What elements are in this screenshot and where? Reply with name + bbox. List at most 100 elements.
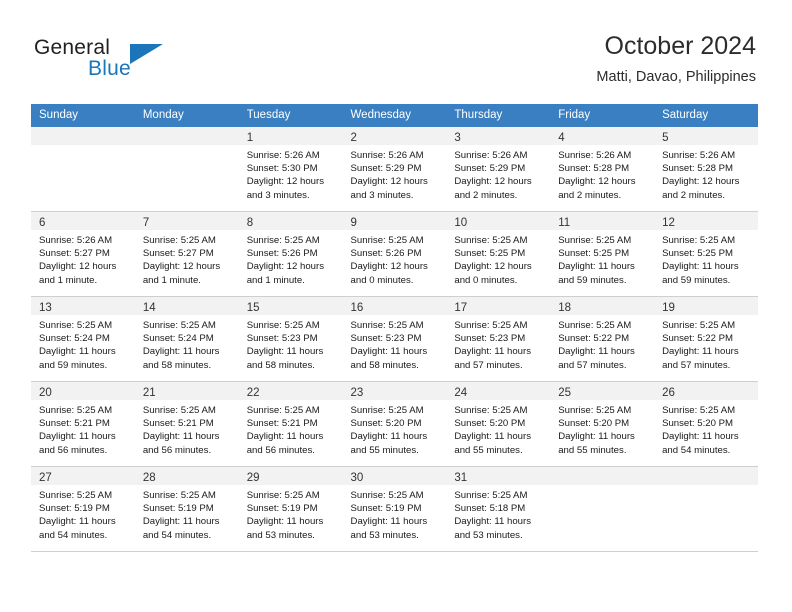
- daylight-text-line2: and 1 minute.: [39, 274, 98, 286]
- sunset-text: Sunset: 5:18 PM: [454, 503, 526, 515]
- calendar-day-cell[interactable]: 30 Sunrise: 5:25 AM Sunset: 5:19 PM Dayligh…: [342, 466, 447, 552]
- calendar-day-cell[interactable]: 28 Sunrise: 5:25 AM Sunset: 5:19 PM Dayligh…: [134, 466, 239, 552]
- day-cell-inner: 27 Sunrise: 5:25 AM Sunset: 5:19 PM Dayligh…: [31, 467, 135, 551]
- sunrise-text: Sunrise: 5:25 AM: [350, 405, 424, 416]
- calendar-day-cell[interactable]: 9 Sunrise: 5:25 AM Sunset: 5:26 PM Daylight…: [342, 211, 447, 297]
- calendar-day-cell[interactable]: 12 Sunrise: 5:25 AM Sunset: 5:25 PM Dayligh…: [654, 211, 758, 297]
- sunset-text: Sunset: 5:25 PM: [558, 248, 630, 260]
- sunrise-text: Sunrise: 5:25 AM: [142, 320, 216, 331]
- day-cell-inner: 13 Sunrise: 5:25 AM Sunset: 5:24 PM Dayligh…: [31, 297, 135, 381]
- day-cell-details: Sunrise: 5:25 AM Sunset: 5:19 PM Daylight:…: [31, 485, 135, 542]
- sunrise-text: Sunrise: 5:25 AM: [39, 405, 113, 416]
- day-number-bar: [31, 127, 135, 145]
- calendar-day-cell[interactable]: 20 Sunrise: 5:25 AM Sunset: 5:21 PM Dayligh…: [31, 381, 135, 467]
- calendar-day-cell[interactable]: 7 Sunrise: 5:25 AM Sunset: 5:27 PM Daylight…: [134, 211, 239, 297]
- day-cell-inner: 19 Sunrise: 5:25 AM Sunset: 5:22 PM Dayligh…: [654, 297, 758, 381]
- day-number: 25: [558, 387, 572, 399]
- sunrise-text: Sunrise: 5:25 AM: [142, 490, 216, 501]
- day-cell-inner: 28 Sunrise: 5:25 AM Sunset: 5:19 PM Dayligh…: [134, 467, 239, 551]
- sunset-text: Sunset: 5:20 PM: [662, 418, 733, 430]
- calendar-day-cell[interactable]: 26 Sunrise: 5:25 AM Sunset: 5:20 PM Dayligh…: [654, 381, 758, 467]
- daylight-text-line2: and 59 minutes.: [558, 274, 627, 286]
- day-number-bar: 20: [31, 382, 135, 400]
- day-cell-inner: 21 Sunrise: 5:25 AM Sunset: 5:21 PM Dayligh…: [134, 382, 239, 466]
- sunset-text: Sunset: 5:23 PM: [350, 333, 422, 345]
- calendar-day-cell[interactable]: 13 Sunrise: 5:25 AM Sunset: 5:24 PM Dayligh…: [31, 296, 135, 382]
- sunset-text: Sunset: 5:21 PM: [142, 418, 214, 430]
- day-cell-inner: 8 Sunrise: 5:25 AM Sunset: 5:26 PM Daylight…: [238, 212, 343, 296]
- calendar-day-cell[interactable]: 1 Sunrise: 5:26 AM Sunset: 5:30 PM Daylight…: [238, 127, 343, 212]
- calendar-day-cell[interactable]: 22 Sunrise: 5:25 AM Sunset: 5:21 PM Dayligh…: [238, 381, 343, 467]
- sunrise-text: Sunrise: 5:25 AM: [454, 320, 528, 331]
- day-cell-inner: [134, 127, 239, 211]
- day-number: 9: [350, 217, 357, 229]
- day-cell-details: Sunrise: 5:25 AM Sunset: 5:24 PM Daylight:…: [135, 315, 239, 372]
- sunset-text: Sunset: 5:28 PM: [558, 163, 630, 175]
- sunrise-text: Sunrise: 5:26 AM: [558, 150, 632, 161]
- day-number-bar: 13: [31, 297, 135, 315]
- day-number-bar: 9: [342, 212, 447, 230]
- weekday-header-sunday: Sunday: [31, 104, 135, 127]
- calendar-table: Sunday Monday Tuesday Wednesday Thursday…: [31, 104, 758, 552]
- day-cell-inner: 7 Sunrise: 5:25 AM Sunset: 5:27 PM Daylight…: [134, 212, 239, 296]
- daylight-text-line2: and 53 minutes.: [350, 529, 419, 541]
- logo-triangle-icon: [130, 44, 163, 64]
- day-cell-inner: [31, 127, 135, 211]
- daylight-text-line1: Daylight: 11 hours: [142, 516, 220, 528]
- calendar-day-cell[interactable]: 21 Sunrise: 5:25 AM Sunset: 5:21 PM Dayligh…: [134, 381, 239, 467]
- daylight-text-line2: and 56 minutes.: [246, 444, 315, 456]
- day-number-bar: 21: [134, 382, 239, 400]
- calendar-empty-cell: [31, 127, 135, 212]
- general-blue-logo[interactable]: General Blue: [34, 36, 214, 88]
- sunrise-text: Sunrise: 5:25 AM: [558, 235, 632, 246]
- calendar-day-cell[interactable]: 10 Sunrise: 5:25 AM Sunset: 5:25 PM Dayligh…: [446, 211, 551, 297]
- calendar-day-cell[interactable]: 24 Sunrise: 5:25 AM Sunset: 5:20 PM Dayligh…: [446, 381, 551, 467]
- day-cell-details: Sunrise: 5:25 AM Sunset: 5:18 PM Daylight:…: [446, 485, 550, 542]
- day-number-bar: 26: [654, 382, 758, 400]
- day-cell-details: Sunrise: 5:26 AM Sunset: 5:29 PM Daylight:…: [446, 145, 550, 202]
- calendar-day-cell[interactable]: 14 Sunrise: 5:25 AM Sunset: 5:24 PM Dayligh…: [134, 296, 239, 382]
- day-number: 20: [39, 387, 52, 399]
- calendar-day-cell[interactable]: 6 Sunrise: 5:26 AM Sunset: 5:27 PM Daylight…: [31, 211, 135, 297]
- sunset-text: Sunset: 5:30 PM: [246, 163, 318, 175]
- calendar-day-cell[interactable]: 19 Sunrise: 5:25 AM Sunset: 5:22 PM Dayligh…: [654, 296, 758, 382]
- calendar-day-cell[interactable]: 25 Sunrise: 5:25 AM Sunset: 5:20 PM Dayligh…: [550, 381, 655, 467]
- sunrise-text: Sunrise: 5:25 AM: [454, 405, 528, 416]
- day-number: 23: [350, 387, 364, 399]
- calendar-day-cell[interactable]: 27 Sunrise: 5:25 AM Sunset: 5:19 PM Dayligh…: [31, 466, 135, 552]
- day-cell-inner: 3 Sunrise: 5:26 AM Sunset: 5:29 PM Daylight…: [446, 127, 551, 211]
- calendar-day-cell[interactable]: 2 Sunrise: 5:26 AM Sunset: 5:29 PM Daylight…: [342, 127, 447, 212]
- calendar-day-cell[interactable]: 4 Sunrise: 5:26 AM Sunset: 5:28 PM Daylight…: [550, 127, 655, 212]
- calendar-day-cell[interactable]: 11 Sunrise: 5:25 AM Sunset: 5:25 PM Dayligh…: [550, 211, 655, 297]
- daylight-text-line1: Daylight: 11 hours: [662, 431, 739, 443]
- weekday-header-friday: Friday: [550, 104, 655, 127]
- calendar-day-cell[interactable]: 29 Sunrise: 5:25 AM Sunset: 5:19 PM Dayligh…: [238, 466, 343, 552]
- day-cell-details: Sunrise: 5:25 AM Sunset: 5:25 PM Daylight:…: [550, 230, 654, 287]
- sunrise-text: Sunrise: 5:25 AM: [350, 490, 424, 501]
- calendar-day-cell[interactable]: 23 Sunrise: 5:25 AM Sunset: 5:20 PM Dayligh…: [342, 381, 447, 467]
- daylight-text-line1: Daylight: 12 hours: [246, 261, 325, 273]
- day-cell-details: Sunrise: 5:25 AM Sunset: 5:25 PM Daylight:…: [654, 230, 758, 287]
- calendar-day-cell[interactable]: 8 Sunrise: 5:25 AM Sunset: 5:26 PM Daylight…: [238, 211, 343, 297]
- calendar-day-cell[interactable]: 18 Sunrise: 5:25 AM Sunset: 5:22 PM Dayligh…: [550, 296, 655, 382]
- daylight-text-line1: Daylight: 11 hours: [39, 346, 116, 358]
- daylight-text-line1: Daylight: 11 hours: [142, 431, 220, 443]
- calendar-day-cell[interactable]: 16 Sunrise: 5:25 AM Sunset: 5:23 PM Dayligh…: [342, 296, 447, 382]
- day-cell-details: [135, 145, 239, 149]
- calendar-day-cell[interactable]: 31 Sunrise: 5:25 AM Sunset: 5:18 PM Dayligh…: [446, 466, 551, 552]
- calendar-day-cell[interactable]: 3 Sunrise: 5:26 AM Sunset: 5:29 PM Daylight…: [446, 127, 551, 212]
- daylight-text-line2: and 57 minutes.: [558, 359, 627, 371]
- day-cell-inner: 11 Sunrise: 5:25 AM Sunset: 5:25 PM Dayligh…: [550, 212, 655, 296]
- daylight-text-line1: Daylight: 11 hours: [246, 346, 324, 358]
- day-number-bar: 3: [446, 127, 551, 145]
- day-cell-inner: 6 Sunrise: 5:26 AM Sunset: 5:27 PM Daylight…: [31, 212, 135, 296]
- calendar-day-cell[interactable]: 15 Sunrise: 5:25 AM Sunset: 5:23 PM Dayligh…: [238, 296, 343, 382]
- daylight-text-line2: and 2 minutes.: [662, 189, 725, 201]
- sunrise-text: Sunrise: 5:25 AM: [454, 490, 528, 501]
- sunset-text: Sunset: 5:22 PM: [662, 333, 733, 345]
- calendar-day-cell[interactable]: 5 Sunrise: 5:26 AM Sunset: 5:28 PM Daylight…: [654, 127, 758, 212]
- calendar-day-cell[interactable]: 17 Sunrise: 5:25 AM Sunset: 5:23 PM Dayligh…: [446, 296, 551, 382]
- sunrise-text: Sunrise: 5:26 AM: [39, 235, 113, 246]
- day-cell-details: Sunrise: 5:25 AM Sunset: 5:21 PM Daylight:…: [239, 400, 343, 457]
- day-cell-inner: 30 Sunrise: 5:25 AM Sunset: 5:19 PM Dayligh…: [342, 467, 447, 551]
